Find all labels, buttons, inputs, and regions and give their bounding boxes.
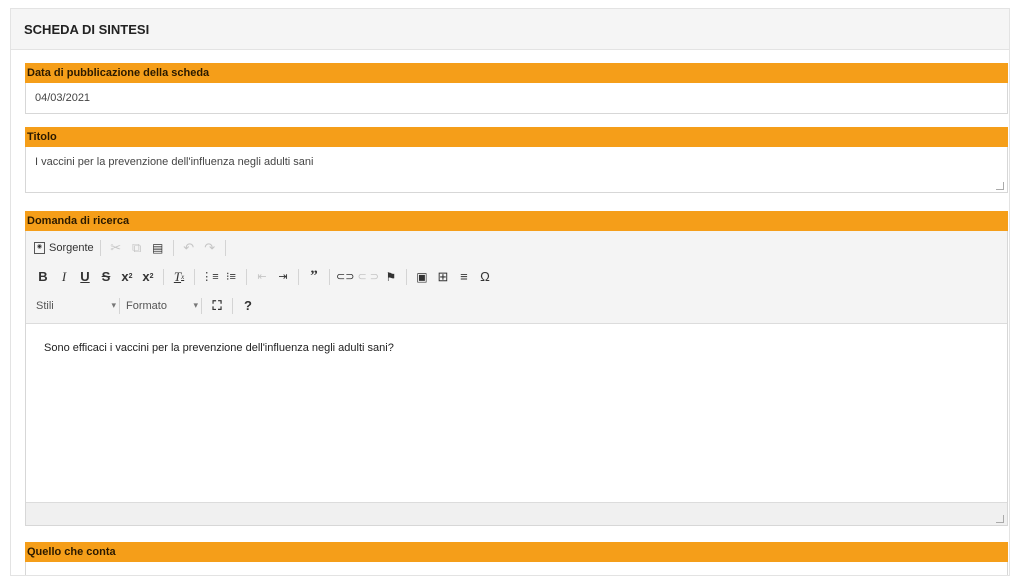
resize-grip-icon[interactable]: [996, 515, 1004, 523]
toolbar-row-2: B I U S x2 x2 Tx ⋮≡ ⁝≡ ⇤ ⇥ ” ⊂⊃ ⊂ ⊃ ⚑ ▣ …: [34, 262, 999, 291]
format-label: Formato: [126, 299, 167, 312]
special-char-button[interactable]: Ω: [476, 267, 494, 287]
title-textarea[interactable]: I vaccini per la prevenzione dell'influe…: [25, 147, 1008, 193]
summary-panel: SCHEDA DI SINTESI Data di pubblicazione …: [10, 8, 1010, 576]
section-what-matters: Quello che conta: [25, 542, 1008, 575]
link-icon[interactable]: ⊂⊃: [336, 267, 354, 287]
toolbar-separator: [119, 297, 120, 314]
toolbar-separator: [246, 268, 247, 285]
horizontal-line-icon[interactable]: ≡: [455, 267, 473, 287]
numbered-list-icon[interactable]: ⋮≡: [201, 267, 219, 287]
copy-icon[interactable]: ⧉: [128, 238, 146, 258]
styles-label: Stili: [36, 299, 54, 312]
toolbar-separator: [172, 239, 174, 256]
toolbar-separator: [163, 268, 164, 285]
help-button[interactable]: ?: [239, 296, 257, 316]
resize-grip-icon[interactable]: [996, 182, 1004, 190]
strikethrough-button[interactable]: S: [97, 267, 115, 287]
research-question-text: Sono efficaci i vaccini per la prevenzio…: [44, 342, 394, 354]
section-research-question: Domanda di ricerca ◉ Sorgente ✂ ⧉ ▤ ↶ ↷: [25, 211, 1008, 526]
research-question-label: Domanda di ricerca: [25, 211, 1008, 231]
toolbar-separator: [298, 268, 299, 285]
editor-toolbar: ◉ Sorgente ✂ ⧉ ▤ ↶ ↷ B I U S x 2 x 2 T x…: [26, 231, 1007, 324]
toolbar-row-1: ◉ Sorgente ✂ ⧉ ▤ ↶ ↷: [34, 233, 999, 262]
what-matters-field[interactable]: [25, 562, 1008, 575]
toolbar-separator: [224, 239, 226, 256]
image-icon[interactable]: ▣: [413, 267, 431, 287]
title-text: I vaccini per la prevenzione dell'influe…: [35, 156, 314, 168]
publication-date-label: Data di pubblicazione della scheda: [25, 63, 1008, 83]
blockquote-icon[interactable]: ”: [305, 267, 323, 287]
unlink-icon[interactable]: ⊂ ⊃: [357, 267, 379, 287]
rich-text-editor: ◉ Sorgente ✂ ⧉ ▤ ↶ ↷ B I U S x 2 x 2 T x…: [25, 231, 1008, 526]
italic-button[interactable]: I: [55, 267, 73, 287]
toolbar-separator: [329, 268, 330, 285]
superscript-icon[interactable]: x2: [139, 267, 157, 287]
styles-dropdown[interactable]: Stili ▾: [34, 300, 116, 312]
toolbar-row-3: Stili ▾ Formato ▾ ⛶ ?: [34, 291, 999, 320]
toolbar-separator: [232, 297, 233, 314]
subscript-icon[interactable]: x2: [118, 267, 136, 287]
toolbar-separator: [99, 239, 101, 256]
chevron-down-icon: ▾: [193, 300, 198, 310]
title-label: Titolo: [25, 127, 1008, 147]
cut-icon[interactable]: ✂: [107, 238, 125, 258]
underline-button[interactable]: U: [76, 267, 94, 287]
undo-icon[interactable]: ↶: [180, 238, 198, 258]
bulleted-list-icon[interactable]: ⁝≡: [222, 267, 240, 287]
bold-button[interactable]: B: [34, 267, 52, 287]
editor-status-bar: [26, 502, 1007, 525]
anchor-flag-icon[interactable]: ⚑: [382, 267, 400, 287]
toolbar-separator: [405, 268, 407, 285]
source-icon: ◉: [34, 241, 45, 254]
editor-content[interactable]: Sono efficaci i vaccini per la prevenzio…: [26, 324, 1007, 502]
panel-title: SCHEDA DI SINTESI: [11, 9, 1009, 50]
maximize-icon[interactable]: ⛶: [208, 296, 226, 316]
redo-icon[interactable]: ↷: [201, 238, 219, 258]
format-dropdown[interactable]: Formato ▾: [126, 300, 198, 312]
toolbar-separator: [201, 297, 202, 314]
publication-date-input[interactable]: 04/03/2021: [25, 83, 1008, 114]
table-icon[interactable]: ⊞: [434, 267, 452, 287]
remove-format-icon[interactable]: Tx: [170, 267, 188, 287]
source-label: Sorgente: [49, 241, 94, 254]
indent-icon[interactable]: ⇥: [274, 267, 292, 287]
chevron-down-icon: ▾: [111, 300, 116, 310]
what-matters-label: Quello che conta: [25, 542, 1008, 562]
toolbar-separator: [194, 268, 195, 285]
outdent-icon[interactable]: ⇤: [253, 267, 271, 287]
paste-icon[interactable]: ▤: [149, 238, 167, 258]
section-publication-date: Data di pubblicazione della scheda 04/03…: [25, 63, 1008, 114]
section-title: Titolo I vaccini per la prevenzione dell…: [25, 127, 1008, 193]
source-button[interactable]: ◉ Sorgente: [34, 238, 94, 258]
